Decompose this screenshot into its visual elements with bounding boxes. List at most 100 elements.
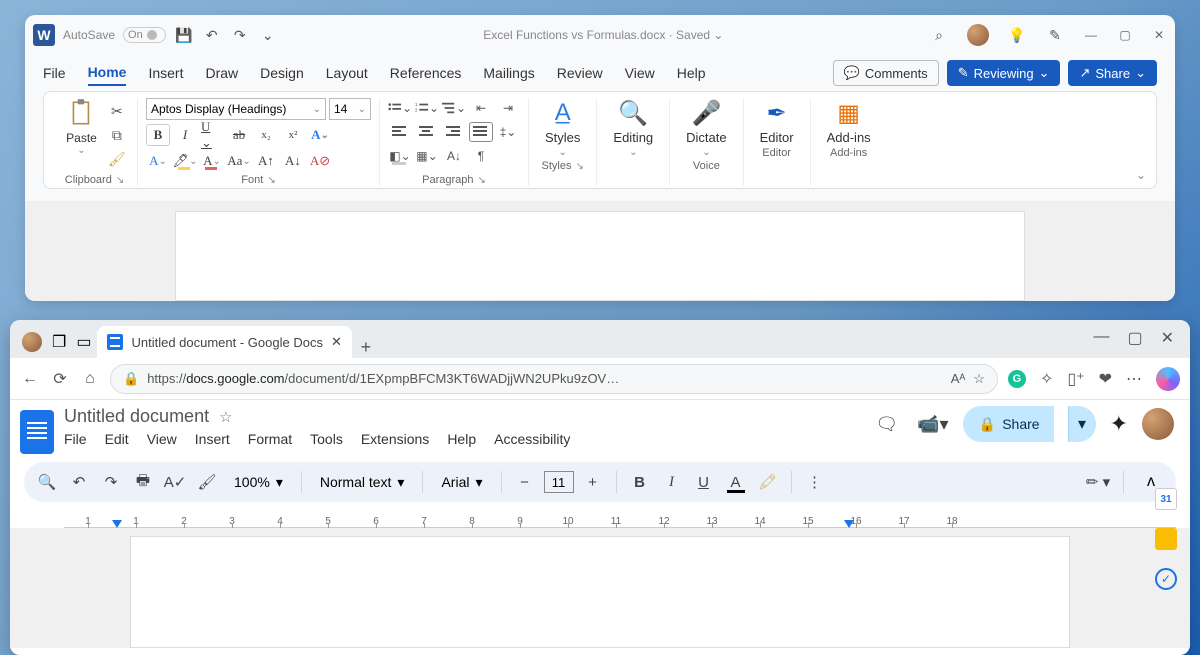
- maximize-button[interactable]: ▢: [1117, 28, 1133, 42]
- autosave-toggle[interactable]: On: [123, 27, 166, 43]
- lightbulb-icon[interactable]: 💡: [1007, 26, 1027, 44]
- undo-icon[interactable]: ↶: [202, 26, 222, 44]
- clipboard-launcher-icon[interactable]: ↘: [116, 175, 124, 186]
- text-color-button[interactable]: A: [723, 468, 749, 496]
- star-icon[interactable]: ☆: [219, 408, 232, 426]
- change-case-button[interactable]: Aa⌄: [227, 150, 251, 172]
- docs-menu-format[interactable]: Format: [248, 431, 292, 447]
- shrink-font-button[interactable]: A↓: [281, 150, 305, 172]
- collections-icon[interactable]: ▯⁺: [1067, 369, 1084, 389]
- share-button[interactable]: ↗ Share ⌄: [1068, 60, 1157, 86]
- increase-font-button[interactable]: +: [580, 468, 606, 496]
- font-launcher-icon[interactable]: ↘: [267, 175, 275, 186]
- docs-share-button[interactable]: 🔒 Share: [963, 406, 1054, 442]
- close-button[interactable]: ✕: [1151, 28, 1167, 42]
- tasks-icon[interactable]: ✓: [1155, 568, 1177, 590]
- search-menus-icon[interactable]: 🔍: [34, 468, 60, 496]
- menu-home[interactable]: Home: [88, 60, 127, 86]
- doc-title-area[interactable]: Excel Functions vs Formulas.docx · Saved…: [286, 28, 921, 42]
- close-tab-icon[interactable]: ✕: [331, 334, 342, 350]
- docs-menu-insert[interactable]: Insert: [195, 431, 230, 447]
- docs-menu-help[interactable]: Help: [447, 431, 476, 447]
- editor-button[interactable]: ✒ Editor: [752, 98, 802, 145]
- keep-icon[interactable]: [1155, 528, 1177, 550]
- font-family-select[interactable]: Arial ▾: [433, 474, 490, 491]
- docs-logo-icon[interactable]: [20, 410, 54, 454]
- new-tab-button[interactable]: +: [352, 337, 380, 358]
- line-spacing-button[interactable]: ‡⌄: [496, 122, 520, 142]
- redo-icon[interactable]: ↷: [230, 26, 250, 44]
- docs-title[interactable]: Untitled document: [64, 406, 209, 427]
- more-icon[interactable]: ⋯: [1126, 369, 1142, 389]
- maximize-button[interactable]: ▢: [1127, 328, 1142, 348]
- highlight-color-button[interactable]: 🖊⌄: [173, 150, 197, 172]
- draw-mode-icon[interactable]: ✎: [1045, 26, 1065, 44]
- numbering-button[interactable]: 12⌄: [415, 98, 439, 118]
- menu-help[interactable]: Help: [677, 61, 706, 85]
- account-avatar[interactable]: [1142, 408, 1174, 440]
- zoom-select[interactable]: 100% ▾: [226, 474, 291, 491]
- shading-button[interactable]: ◧⌄: [388, 146, 412, 166]
- italic-button[interactable]: I: [173, 124, 197, 146]
- align-center-button[interactable]: [415, 122, 439, 142]
- docs-page[interactable]: [130, 536, 1070, 648]
- favorite-icon[interactable]: ☆: [973, 371, 985, 387]
- collapse-ribbon-icon[interactable]: ⌄: [1136, 168, 1146, 182]
- health-icon[interactable]: ❤: [1099, 369, 1112, 389]
- decrease-font-button[interactable]: −: [512, 468, 538, 496]
- superscript-button[interactable]: x²: [281, 124, 305, 146]
- menu-view[interactable]: View: [625, 61, 655, 85]
- copilot-icon[interactable]: [1156, 367, 1180, 391]
- menu-file[interactable]: File: [43, 61, 66, 85]
- paste-button[interactable]: Paste⌄: [62, 98, 101, 156]
- align-left-button[interactable]: [388, 122, 412, 142]
- grow-font-button[interactable]: A↑: [254, 150, 278, 172]
- browser-tab[interactable]: Untitled document - Google Docs ✕: [97, 326, 351, 358]
- indent-marker-left-icon[interactable]: [112, 520, 122, 528]
- style-select[interactable]: Normal text ▾: [312, 474, 413, 491]
- para-launcher-icon[interactable]: ↘: [477, 175, 485, 186]
- more-format-button[interactable]: ⋮: [802, 468, 828, 496]
- increase-indent-button[interactable]: ⇥: [496, 98, 520, 118]
- menu-references[interactable]: References: [390, 61, 462, 85]
- editing-button[interactable]: 🔍 Editing⌄: [605, 98, 661, 158]
- grammarly-icon[interactable]: G: [1008, 370, 1026, 388]
- minimize-button[interactable]: —: [1083, 28, 1099, 42]
- workspaces-icon[interactable]: ❐: [52, 332, 66, 352]
- indent-marker-right-icon[interactable]: [844, 520, 854, 528]
- close-button[interactable]: ✕: [1161, 328, 1174, 348]
- save-icon[interactable]: 💾: [174, 26, 194, 44]
- font-size-input[interactable]: 11: [544, 471, 574, 493]
- align-right-button[interactable]: [442, 122, 466, 142]
- addins-button[interactable]: ▦ Add-ins: [819, 98, 879, 145]
- strike-button[interactable]: ab: [227, 124, 251, 146]
- reader-mode-icon[interactable]: Aᴬ: [951, 371, 966, 386]
- copy-icon[interactable]: ⧉: [107, 126, 127, 144]
- cut-icon[interactable]: ✂: [107, 102, 127, 120]
- docs-menu-file[interactable]: File: [64, 431, 87, 447]
- font-size-combo[interactable]: 14⌄: [329, 98, 371, 120]
- font-color-button[interactable]: A⌄: [200, 150, 224, 172]
- show-marks-button[interactable]: ¶: [469, 146, 493, 166]
- format-painter-icon[interactable]: 🖌: [107, 150, 127, 168]
- underline-button[interactable]: U: [691, 468, 717, 496]
- italic-button[interactable]: I: [659, 468, 685, 496]
- share-caret-button[interactable]: ▾: [1068, 406, 1096, 442]
- undo-button[interactable]: ↶: [66, 468, 92, 496]
- menu-mailings[interactable]: Mailings: [483, 61, 534, 85]
- back-button[interactable]: ←: [20, 370, 40, 388]
- word-page[interactable]: [175, 211, 1025, 301]
- comment-history-icon[interactable]: 🗨: [871, 408, 903, 440]
- track-changes-button[interactable]: ✎ Reviewing ⌄: [947, 60, 1061, 86]
- calendar-icon[interactable]: 31: [1155, 488, 1177, 510]
- docs-menu-tools[interactable]: Tools: [310, 431, 343, 447]
- decrease-indent-button[interactable]: ⇤: [469, 98, 493, 118]
- menu-insert[interactable]: Insert: [148, 61, 183, 85]
- search-icon[interactable]: ⌕: [929, 26, 949, 44]
- print-button[interactable]: 🖶: [130, 468, 156, 496]
- docs-menu-edit[interactable]: Edit: [105, 431, 129, 447]
- minimize-button[interactable]: —: [1093, 328, 1109, 348]
- bullets-button[interactable]: ⌄: [388, 98, 412, 118]
- menu-draw[interactable]: Draw: [205, 61, 238, 85]
- menu-review[interactable]: Review: [557, 61, 603, 85]
